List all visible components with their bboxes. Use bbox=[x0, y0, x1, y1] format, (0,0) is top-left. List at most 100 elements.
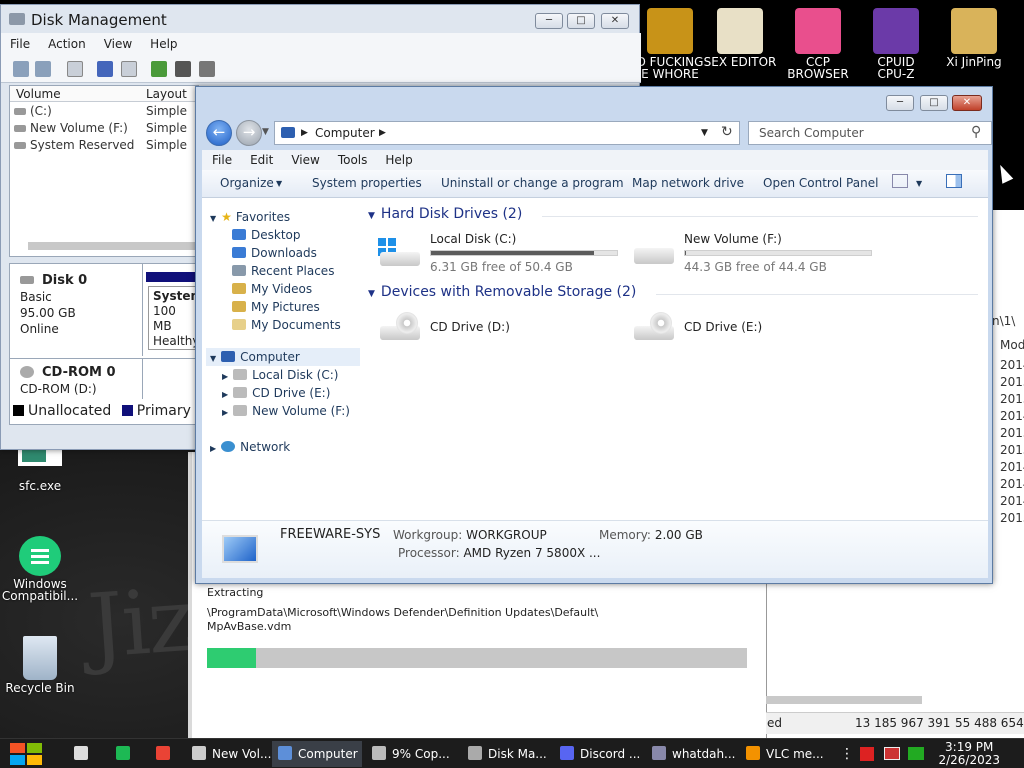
tree-favorite-item[interactable]: My Documents bbox=[232, 318, 341, 332]
help-icon[interactable] bbox=[97, 61, 113, 77]
address-dropdown-icon[interactable]: ▼ bbox=[701, 128, 708, 138]
volume-icon[interactable] bbox=[908, 747, 924, 760]
refresh-icon[interactable]: ↻ bbox=[721, 124, 733, 140]
desktop-icon-top-2[interactable]: CCP BROWSER bbox=[778, 8, 858, 80]
taskbar-item-7[interactable]: Discord ... bbox=[554, 741, 640, 767]
bg-scrollbar[interactable] bbox=[766, 696, 922, 704]
expand-chevron-icon[interactable]: ▼ bbox=[210, 354, 216, 363]
minimize-button[interactable]: ─ bbox=[535, 13, 563, 29]
back-icon[interactable] bbox=[13, 61, 29, 77]
flag-icon[interactable] bbox=[860, 747, 874, 761]
menu-view[interactable]: View bbox=[281, 150, 327, 167]
open-control-panel-button[interactable]: Open Control Panel bbox=[763, 176, 878, 190]
tree-drive-item[interactable]: ▶ Local Disk (C:) bbox=[222, 368, 338, 382]
system-properties-button[interactable]: System properties bbox=[312, 176, 422, 190]
taskbar-item-4[interactable]: Computer bbox=[272, 741, 362, 767]
taskbar-item-0[interactable] bbox=[68, 741, 96, 767]
taskbar-item-6[interactable]: Disk Ma... bbox=[462, 741, 548, 767]
tree-favorite-item[interactable]: Downloads bbox=[232, 246, 317, 260]
table-row[interactable]: New Volume (F:) bbox=[14, 121, 128, 135]
breadcrumb-arrow-icon[interactable]: ▶ bbox=[379, 128, 386, 138]
bg-column-header[interactable]: Mod bbox=[1000, 338, 1024, 352]
disk0-label[interactable]: Disk 0 Basic 95.00 GB Online bbox=[20, 272, 87, 337]
forward-button[interactable]: → bbox=[236, 120, 262, 146]
menu-file[interactable]: File bbox=[1, 33, 39, 55]
expand-chevron-icon[interactable]: ▶ bbox=[222, 408, 228, 417]
close-button[interactable]: ✕ bbox=[601, 13, 629, 29]
desktop-icon-top-3[interactable]: CPUID CPU-Z bbox=[856, 8, 936, 80]
table-row[interactable]: (C:) bbox=[14, 104, 52, 118]
organize-button[interactable]: Organize bbox=[220, 176, 274, 190]
minimize-button[interactable]: ─ bbox=[886, 95, 914, 111]
organize-dropdown-icon[interactable]: ▼ bbox=[276, 179, 282, 188]
history-dropdown-icon[interactable]: ▼ bbox=[262, 127, 269, 137]
tree-computer[interactable]: ▼ Computer bbox=[210, 350, 300, 364]
explorer-window[interactable]: ─ □ ✕ ← → ▼ ▶ Computer ▶ ▼ ↻ Search Comp… bbox=[195, 86, 993, 584]
taskbar-item-5[interactable]: 9% Cop... bbox=[366, 741, 456, 767]
column-layout[interactable]: Layout bbox=[146, 87, 187, 101]
properties-icon[interactable] bbox=[67, 61, 83, 77]
menu-file[interactable]: File bbox=[202, 150, 240, 167]
cdrom-label[interactable]: CD-ROM 0 CD-ROM (D:) bbox=[20, 364, 116, 397]
breadcrumb-arrow-icon[interactable]: ▶ bbox=[301, 128, 308, 138]
panel-icon[interactable] bbox=[121, 61, 137, 77]
preview-pane-icon[interactable] bbox=[946, 174, 962, 188]
checklist-icon[interactable] bbox=[199, 61, 215, 77]
uninstall-program-button[interactable]: Uninstall or change a program bbox=[441, 176, 624, 190]
desktop-icon-sfc[interactable]: sfc.exe bbox=[0, 444, 80, 492]
partition-block[interactable]: System 100 MB Healthy bbox=[148, 286, 200, 350]
expand-chevron-icon[interactable]: ▶ bbox=[210, 444, 216, 453]
desktop-icon-top-0[interactable]: D FUCKING E WHORE bbox=[630, 8, 710, 80]
volume-list[interactable]: Volume Layout (C:) Simple New Volume (F:… bbox=[9, 85, 199, 257]
system-clock[interactable]: 3:19 PM 2/26/2023 bbox=[938, 741, 1000, 767]
expand-chevron-icon[interactable]: ▼ bbox=[210, 214, 216, 223]
address-bar[interactable]: ▶ Computer ▶ ▼ ↻ bbox=[274, 121, 740, 145]
view-dropdown-icon[interactable]: ▼ bbox=[916, 179, 922, 188]
desktop-icon-compat[interactable]: Windows Compatibil... bbox=[0, 536, 80, 602]
taskbar-item-2[interactable] bbox=[150, 741, 178, 767]
maximize-button[interactable]: □ bbox=[567, 13, 595, 29]
horizontal-scrollbar[interactable] bbox=[28, 242, 198, 250]
tree-drive-item[interactable]: ▶ New Volume (F:) bbox=[222, 404, 350, 418]
collapse-chevron-icon[interactable]: ▼ bbox=[368, 211, 375, 221]
desktop-icon-top-4[interactable]: Xi JinPing bbox=[934, 8, 1014, 68]
menu-view[interactable]: View bbox=[95, 33, 141, 55]
hdd-section-header[interactable]: ▼ Hard Disk Drives (2) bbox=[368, 206, 522, 222]
menu-help[interactable]: Help bbox=[375, 150, 420, 167]
tree-favorite-item[interactable]: My Videos bbox=[232, 282, 312, 296]
tree-favorite-item[interactable]: Recent Places bbox=[232, 264, 334, 278]
taskbar-item-1[interactable] bbox=[110, 741, 138, 767]
action-center-icon[interactable] bbox=[884, 747, 900, 760]
menu-edit[interactable]: Edit bbox=[240, 150, 281, 167]
close-button[interactable]: ✕ bbox=[952, 95, 982, 111]
search-box[interactable]: Search Computer ⚲ bbox=[748, 121, 992, 145]
desktop-icon-recycle-bin[interactable]: Recycle Bin bbox=[0, 636, 80, 694]
tree-drive-item[interactable]: ▶ CD Drive (E:) bbox=[222, 386, 330, 400]
tree-network[interactable]: ▶ Network bbox=[210, 440, 290, 454]
breadcrumb-computer[interactable]: Computer bbox=[315, 126, 375, 140]
start-button[interactable] bbox=[10, 743, 42, 765]
back-button[interactable]: ← bbox=[206, 120, 232, 146]
taskbar-item-3[interactable]: New Vol... bbox=[186, 741, 271, 767]
view-options-icon[interactable] bbox=[892, 174, 908, 188]
search-input[interactable]: Search Computer bbox=[759, 126, 864, 140]
refresh-icon[interactable] bbox=[151, 61, 167, 77]
removable-section-header[interactable]: ▼ Devices with Removable Storage (2) bbox=[368, 284, 636, 300]
expand-chevron-icon[interactable]: ▶ bbox=[222, 372, 228, 381]
menu-action[interactable]: Action bbox=[39, 33, 95, 55]
tray-overflow-icon[interactable]: ⋮ bbox=[840, 746, 854, 762]
tree-favorites[interactable]: ▼ ★ Favorites bbox=[210, 210, 290, 224]
taskbar-item-8[interactable]: whatdah... bbox=[646, 741, 736, 767]
taskbar-item-9[interactable]: VLC me... bbox=[740, 741, 826, 767]
menu-help[interactable]: Help bbox=[141, 33, 186, 55]
forward-icon[interactable] bbox=[35, 61, 51, 77]
maximize-button[interactable]: □ bbox=[920, 95, 948, 111]
table-row[interactable]: System Reserved bbox=[14, 138, 134, 152]
settings-icon[interactable] bbox=[175, 61, 191, 77]
search-icon[interactable]: ⚲ bbox=[971, 124, 981, 140]
tree-favorite-item[interactable]: My Pictures bbox=[232, 300, 320, 314]
collapse-chevron-icon[interactable]: ▼ bbox=[368, 289, 375, 299]
desktop-icon-top-1[interactable]: SEX EDITOR bbox=[700, 8, 780, 68]
map-network-drive-button[interactable]: Map network drive bbox=[632, 176, 744, 190]
tree-favorite-item[interactable]: Desktop bbox=[232, 228, 301, 242]
